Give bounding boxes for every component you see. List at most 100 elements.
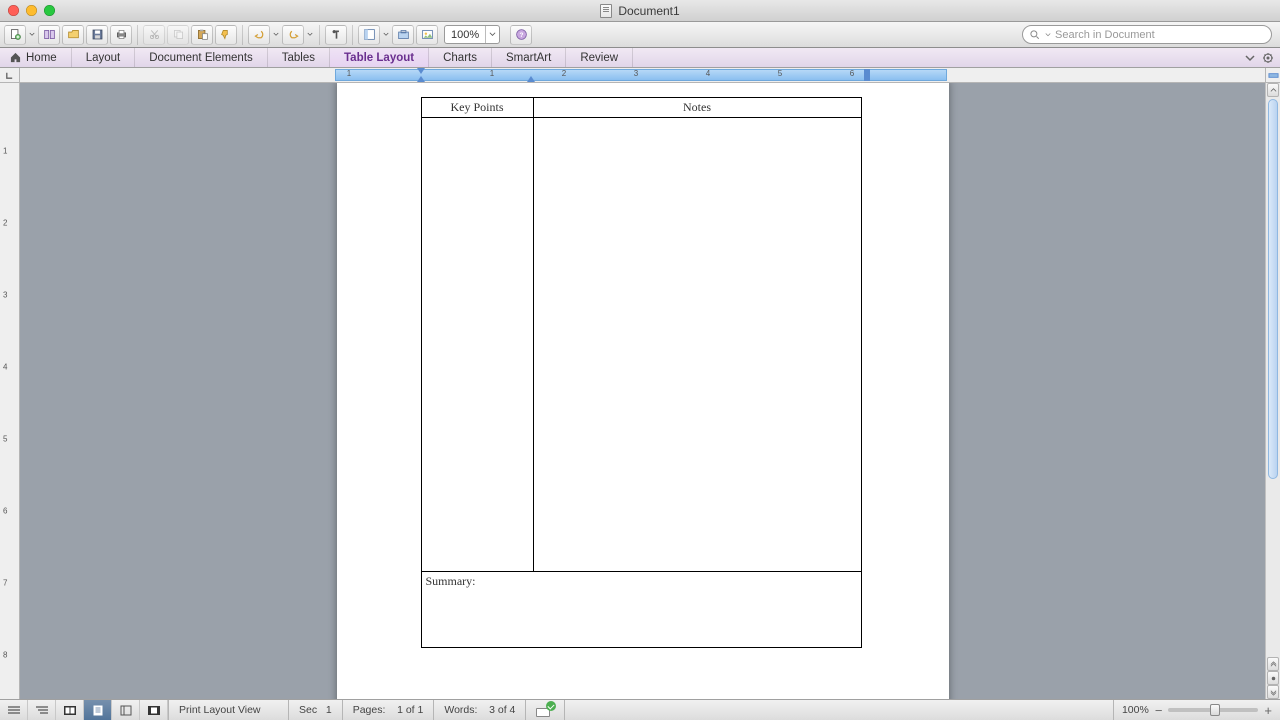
tab-review[interactable]: Review (566, 48, 633, 67)
search-field[interactable] (1022, 25, 1272, 44)
scroll-up-button[interactable] (1267, 83, 1279, 97)
browse-object-button[interactable] (1267, 671, 1279, 685)
tab-home[interactable]: Home (4, 48, 72, 67)
notebook-view-button[interactable] (112, 700, 140, 720)
minimize-window-button[interactable] (26, 5, 37, 16)
sidebar-button[interactable] (358, 25, 380, 45)
tab-label: Layout (86, 52, 121, 64)
format-painter-button[interactable] (215, 25, 237, 45)
table-cell-notes[interactable] (533, 118, 861, 572)
ruler-tick: 5 (778, 69, 782, 78)
table-header-row[interactable]: Key Points Notes (421, 98, 861, 118)
tab-document-elements[interactable]: Document Elements (135, 48, 268, 67)
table-cell-summary[interactable]: Summary: (421, 572, 861, 648)
split-view-button[interactable] (1265, 68, 1280, 82)
ribbon-settings-button[interactable] (1262, 52, 1274, 64)
document-title: Document1 (618, 4, 679, 18)
redo-dropdown[interactable] (306, 25, 314, 45)
publishing-view-button[interactable] (56, 700, 84, 720)
scroll-thumb[interactable] (1268, 99, 1278, 479)
save-button[interactable] (86, 25, 108, 45)
zoom-control: 100% − + (1113, 700, 1280, 720)
open-button[interactable] (62, 25, 84, 45)
show-formatting-button[interactable] (325, 25, 347, 45)
ruler-tick: 1 (490, 69, 494, 78)
main-toolbar: 100% ? (0, 22, 1280, 48)
print-layout-view-button[interactable] (84, 700, 112, 720)
tab-table-layout[interactable]: Table Layout (330, 48, 429, 67)
zoom-level-selector[interactable]: 100% (444, 25, 500, 44)
tab-charts[interactable]: Charts (429, 48, 492, 67)
next-page-button[interactable] (1267, 685, 1279, 699)
right-margin-marker[interactable] (864, 69, 870, 81)
zoom-window-button[interactable] (44, 5, 55, 16)
ruler-tick: 1 (3, 147, 7, 156)
page[interactable]: Key Points Notes Summary: (337, 83, 949, 699)
zoom-slider[interactable] (1168, 708, 1258, 712)
focus-view-button[interactable] (140, 700, 168, 720)
undo-dropdown[interactable] (272, 25, 280, 45)
tab-label: Document Elements (149, 52, 253, 64)
tab-selector[interactable] (0, 68, 20, 82)
print-button[interactable] (110, 25, 132, 45)
vertical-scrollbar[interactable] (1265, 83, 1280, 699)
zoom-in-button[interactable]: + (1264, 703, 1272, 718)
horizontal-ruler[interactable]: 1 1 2 3 4 5 6 (20, 68, 1265, 82)
view-mode-label: Print Layout View (169, 700, 289, 720)
tab-tables[interactable]: Tables (268, 48, 330, 67)
vertical-ruler[interactable]: 1 2 3 4 5 6 7 8 (0, 83, 20, 699)
toolbox-button[interactable] (392, 25, 414, 45)
ruler-tick: 4 (706, 69, 710, 78)
ruler-tick: 5 (3, 435, 7, 444)
chevron-down-icon (485, 26, 499, 43)
sidebar-dropdown[interactable] (382, 25, 390, 45)
table-cell-keypoints[interactable] (421, 118, 533, 572)
tab-smartart[interactable]: SmartArt (492, 48, 566, 67)
document-icon (600, 4, 612, 18)
pages-indicator[interactable]: Pages: 1 of 1 (343, 700, 435, 720)
table-header-keypoints[interactable]: Key Points (421, 98, 533, 118)
close-window-button[interactable] (8, 5, 19, 16)
search-icon (1029, 29, 1041, 41)
tab-label: Table Layout (344, 52, 414, 64)
document-table[interactable]: Key Points Notes Summary: (421, 97, 862, 648)
zoom-out-button[interactable]: − (1155, 703, 1163, 718)
tab-label: Charts (443, 52, 477, 64)
ruler-tick: 2 (562, 69, 566, 78)
zoom-percentage[interactable]: 100% (1122, 704, 1149, 716)
new-document-button[interactable] (4, 25, 26, 45)
redo-button[interactable] (282, 25, 304, 45)
document-canvas[interactable]: Key Points Notes Summary: (20, 83, 1265, 699)
right-indent-marker[interactable] (527, 76, 535, 82)
help-button[interactable]: ? (510, 25, 532, 45)
copy-button[interactable] (167, 25, 189, 45)
search-input[interactable] (1055, 29, 1265, 41)
new-document-dropdown[interactable] (28, 25, 36, 45)
tab-label: Review (580, 52, 618, 64)
undo-button[interactable] (248, 25, 270, 45)
media-browser-button[interactable] (416, 25, 438, 45)
paste-button[interactable] (191, 25, 213, 45)
ruler-tick: 7 (3, 579, 7, 588)
words-indicator[interactable]: Words: 3 of 4 (434, 700, 526, 720)
previous-page-button[interactable] (1267, 657, 1279, 671)
ruler-tick: 1 (347, 69, 351, 78)
table-summary-row[interactable]: Summary: (421, 572, 861, 648)
outline-view-button[interactable] (28, 700, 56, 720)
left-indent-marker[interactable] (417, 76, 425, 82)
table-body-row[interactable] (421, 118, 861, 572)
zoom-slider-handle[interactable] (1210, 704, 1220, 716)
spell-check-indicator[interactable] (526, 700, 565, 720)
section-label: Sec (299, 704, 317, 716)
search-dropdown-icon (1045, 32, 1051, 38)
first-line-indent-marker[interactable] (417, 68, 425, 74)
template-gallery-button[interactable] (38, 25, 60, 45)
collapse-ribbon-button[interactable] (1244, 52, 1256, 64)
cut-button[interactable] (143, 25, 165, 45)
tab-layout[interactable]: Layout (72, 48, 136, 67)
status-bar: Print Layout View Sec 1 Pages: 1 of 1 Wo… (0, 699, 1280, 720)
draft-view-button[interactable] (0, 700, 28, 720)
words-value: 3 of 4 (489, 704, 515, 716)
table-header-notes[interactable]: Notes (533, 98, 861, 118)
section-indicator[interactable]: Sec 1 (289, 700, 343, 720)
